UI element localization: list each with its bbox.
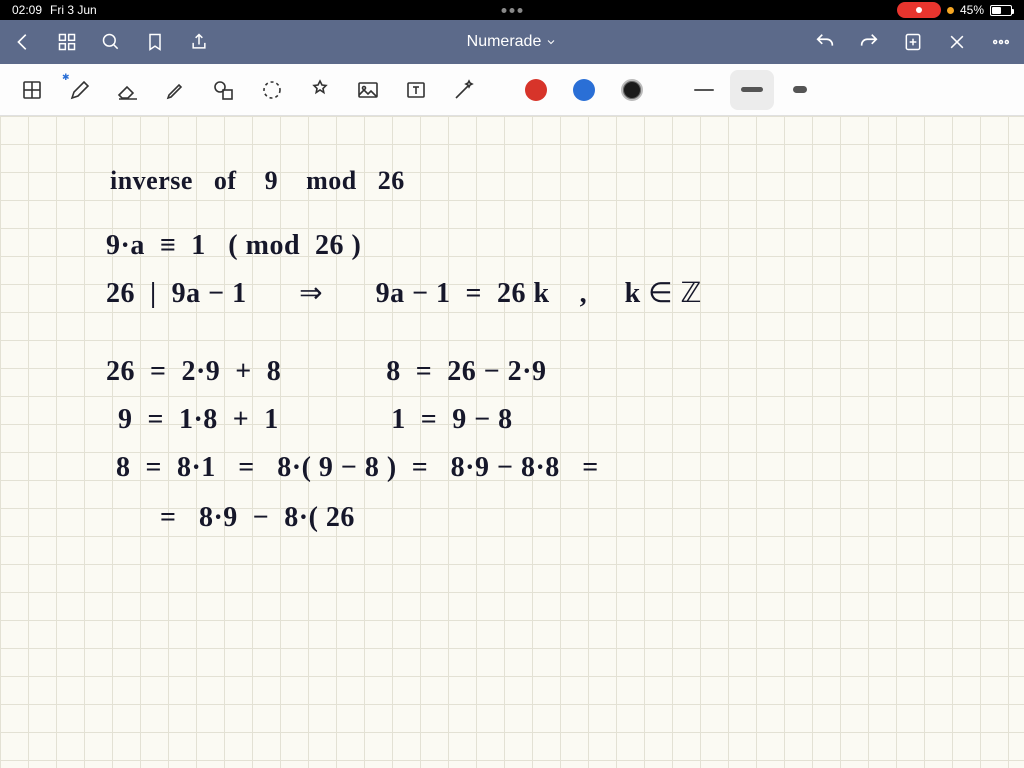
highlighter-tool[interactable] — [154, 70, 198, 110]
clock-time: 02:09 — [12, 3, 42, 17]
lasso-tool[interactable] — [250, 70, 294, 110]
color-blue[interactable] — [562, 70, 606, 110]
notebook-tool[interactable] — [10, 70, 54, 110]
handwritten-line: 9·a ≡ 1 ( mod 26 ) — [106, 230, 361, 262]
magic-tool[interactable] — [442, 70, 486, 110]
battery-percent: 45% — [960, 3, 984, 17]
shapes-tool[interactable] — [202, 70, 246, 110]
nav-bar: Numerade — [0, 20, 1024, 64]
handwritten-line: 26 | 9a − 1 ⇒ 9a − 1 = 26 k , k ∈ ℤ — [106, 276, 702, 310]
battery-icon — [990, 5, 1012, 16]
more-button[interactable] — [990, 31, 1012, 53]
status-left: 02:09 Fri 3 Jun — [12, 3, 97, 17]
status-right: 45% — [897, 2, 1012, 18]
eraser-tool[interactable] — [106, 70, 150, 110]
undo-button[interactable] — [814, 31, 836, 53]
share-button[interactable] — [188, 31, 210, 53]
add-page-button[interactable] — [902, 31, 924, 53]
stroke-medium[interactable] — [730, 70, 774, 110]
handwritten-line: 8 = 8·1 = 8·( 9 − 8 ) = 8·9 − 8·8 = — [116, 452, 599, 484]
handwritten-line: 26 = 2·9 + 8 8 = 26 − 2·9 — [106, 356, 547, 388]
toolbar: ✱ — [0, 64, 1024, 116]
image-tool[interactable] — [346, 70, 390, 110]
handwritten-line: 9 = 1·8 + 1 1 = 9 − 8 — [118, 404, 513, 436]
status-bar: 02:09 Fri 3 Jun 45% — [0, 0, 1024, 20]
note-canvas[interactable]: inverse of 9 mod 26 9·a ≡ 1 ( mod 26 ) 2… — [0, 116, 1024, 768]
location-indicator-icon — [947, 7, 954, 14]
back-button[interactable] — [12, 31, 34, 53]
bluetooth-icon: ✱ — [62, 72, 70, 83]
color-red[interactable] — [514, 70, 558, 110]
recording-indicator[interactable] — [897, 2, 941, 18]
close-button[interactable] — [946, 31, 968, 53]
stroke-thin[interactable] — [682, 70, 726, 110]
grid-background — [0, 116, 1024, 768]
document-title-button[interactable]: Numerade — [467, 33, 558, 51]
search-button[interactable] — [100, 31, 122, 53]
redo-button[interactable] — [858, 31, 880, 53]
clock-date: Fri 3 Jun — [50, 3, 97, 17]
stamp-tool[interactable] — [298, 70, 342, 110]
text-tool[interactable] — [394, 70, 438, 110]
stroke-thick[interactable] — [778, 70, 822, 110]
bookmark-button[interactable] — [144, 31, 166, 53]
color-black[interactable] — [610, 70, 654, 110]
pen-tool[interactable]: ✱ — [58, 70, 102, 110]
chevron-down-icon — [545, 36, 557, 48]
grid-button[interactable] — [56, 31, 78, 53]
document-title: Numerade — [467, 33, 542, 51]
multitask-dots[interactable] — [502, 8, 523, 13]
handwritten-line: = 8·9 − 8·( 26 — [160, 502, 355, 534]
handwritten-line: inverse of 9 mod 26 — [110, 166, 405, 196]
